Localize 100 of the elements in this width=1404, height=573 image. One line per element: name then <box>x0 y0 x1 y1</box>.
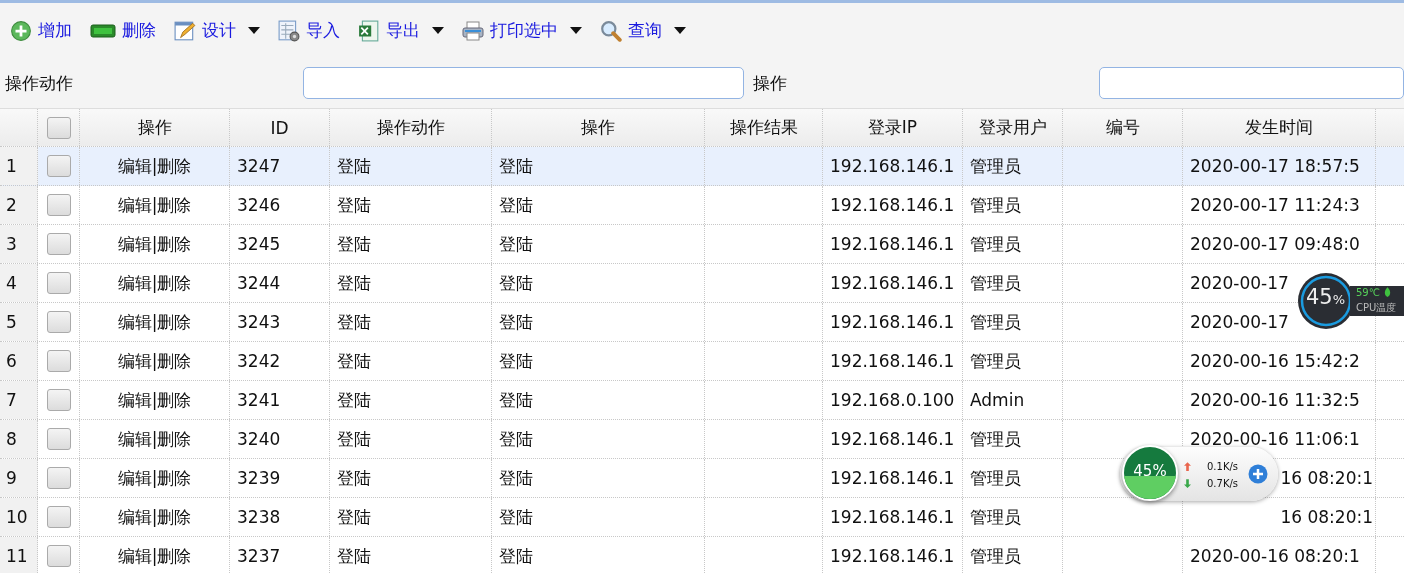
toolbar-button[interactable]: 设计 <box>202 19 236 42</box>
filter-field[interactable] <box>303 67 744 99</box>
edit-link[interactable]: 编辑 <box>117 154 152 178</box>
delete-link[interactable]: 删除 <box>157 466 192 490</box>
table-cell: 登陆 <box>492 381 705 419</box>
select-all-checkbox[interactable] <box>46 116 71 139</box>
link-separator: | <box>151 390 158 410</box>
delete-link[interactable]: 删除 <box>157 544 192 568</box>
table-cell: 2020-00-17 18:57:5 <box>1190 156 1360 176</box>
column-header[interactable]: 操作 <box>80 109 230 146</box>
edit-link[interactable]: 编辑 <box>117 505 152 529</box>
plus-button-icon[interactable] <box>1248 464 1268 484</box>
link-separator: | <box>151 156 158 176</box>
memory-percent: 45% <box>1132 462 1168 480</box>
column-header[interactable]: 编号 <box>1063 109 1183 146</box>
edit-link[interactable]: 编辑 <box>117 232 152 256</box>
column-header[interactable]: 操作 <box>492 109 705 146</box>
toolbar-button[interactable]: 导出 <box>386 19 420 42</box>
row-checkbox[interactable] <box>46 350 71 372</box>
row-checkbox[interactable] <box>46 194 71 216</box>
row-number: 9 <box>0 459 38 497</box>
caret-icon[interactable] <box>248 27 260 34</box>
toolbar-button[interactable]: 查询 <box>628 19 662 42</box>
pencil-document-icon <box>174 19 196 42</box>
table-cell: 3244 <box>230 264 330 302</box>
cpu-percent: 45% <box>1306 285 1346 309</box>
caret-icon[interactable] <box>570 27 582 34</box>
row-checkbox[interactable] <box>46 311 71 333</box>
caret-icon[interactable] <box>432 27 444 34</box>
row-number: 11 <box>0 537 38 573</box>
column-header[interactable]: 登录用户 <box>963 109 1063 146</box>
network-widget[interactable]: 45% 0.1K/s 0.7K/s <box>1120 447 1278 501</box>
table-cell: 登陆 <box>330 537 492 573</box>
delete-link[interactable]: 删除 <box>157 310 192 334</box>
edit-link[interactable]: 编辑 <box>117 193 152 217</box>
edit-link[interactable]: 编辑 <box>117 271 152 295</box>
table-cell: 登陆 <box>330 225 492 263</box>
column-header[interactable]: 登录IP <box>823 109 963 146</box>
table-cell: 192.168.146.1 <box>823 537 963 573</box>
delete-link[interactable]: 删除 <box>157 349 192 373</box>
table-cell: 3242 <box>230 342 330 380</box>
caret-icon[interactable] <box>674 27 686 34</box>
delete-link[interactable]: 删除 <box>157 427 192 451</box>
row-checkbox[interactable] <box>46 467 71 489</box>
table-gear-icon <box>278 19 300 42</box>
toolbar-button[interactable]: 导入 <box>306 19 340 42</box>
temperature-value: 59℃ <box>1356 287 1380 299</box>
leaf-icon <box>1383 287 1391 299</box>
table-cell: 管理员 <box>963 186 1063 224</box>
row-checkbox[interactable] <box>46 155 71 177</box>
row-checkbox[interactable] <box>46 272 71 294</box>
column-header[interactable]: ID <box>230 109 330 146</box>
row-checkbox[interactable] <box>46 545 71 567</box>
row-checkbox[interactable] <box>46 428 71 450</box>
row-checkbox[interactable] <box>46 389 71 411</box>
table-cell: 192.168.146.1 <box>823 303 963 341</box>
table-cell: 管理员 <box>963 537 1063 573</box>
table-cell: 3240 <box>230 420 330 458</box>
edit-link[interactable]: 编辑 <box>117 349 152 373</box>
delete-link[interactable]: 删除 <box>157 193 192 217</box>
cpu-label: CPU温度 <box>1356 300 1398 315</box>
link-separator: | <box>151 234 158 254</box>
row-checkbox[interactable] <box>46 233 71 255</box>
table-cell: 登陆 <box>330 381 492 419</box>
delete-link[interactable]: 删除 <box>157 505 192 529</box>
edit-link[interactable]: 编辑 <box>117 466 152 490</box>
link-separator: | <box>151 273 158 293</box>
edit-link[interactable]: 编辑 <box>117 310 152 334</box>
table-cell: 2020-00-16 08:20:1 <box>1190 546 1360 566</box>
table-cell: 3246 <box>230 186 330 224</box>
table-cell: 2020-00-17 <box>1190 273 1289 293</box>
table-cell: 2020-00-17 11:24:3 <box>1190 195 1360 215</box>
toolbar-button[interactable]: 删除 <box>122 19 156 42</box>
edit-link[interactable]: 编辑 <box>117 427 152 451</box>
column-header[interactable]: 操作结果 <box>705 109 823 146</box>
table-cell: 3243 <box>230 303 330 341</box>
table-cell: 登陆 <box>492 147 705 185</box>
link-separator: | <box>151 546 158 566</box>
delete-link[interactable]: 删除 <box>157 271 192 295</box>
table-cell: 管理员 <box>963 420 1063 458</box>
row-number: 1 <box>0 147 38 185</box>
row-checkbox[interactable] <box>46 506 71 528</box>
table-cell: 2020-00-16 15:42:2 <box>1190 351 1360 371</box>
delete-link[interactable]: 删除 <box>157 232 192 256</box>
edit-link[interactable]: 编辑 <box>117 388 152 412</box>
row-number: 5 <box>0 303 38 341</box>
table-cell: 192.168.146.1 <box>823 459 963 497</box>
table-cell: 2020-00-17 09:48:0 <box>1190 234 1360 254</box>
column-header[interactable]: 操作动作 <box>330 109 492 146</box>
delete-link[interactable]: 删除 <box>157 154 192 178</box>
filter-field[interactable] <box>1098 67 1404 99</box>
delete-link[interactable]: 删除 <box>157 388 192 412</box>
edit-link[interactable]: 编辑 <box>117 544 152 568</box>
toolbar-button[interactable]: 打印选中 <box>490 19 558 42</box>
table-cell: 登陆 <box>492 303 705 341</box>
toolbar-button[interactable]: 增加 <box>38 19 72 42</box>
table-cell-text: 16 08:20:1 <box>1280 507 1374 527</box>
table-cell: 192.168.146.1 <box>823 225 963 263</box>
column-header[interactable]: 发生时间 <box>1183 109 1376 146</box>
cpu-widget[interactable]: 45% 59℃ CPU温度 <box>1296 271 1404 331</box>
